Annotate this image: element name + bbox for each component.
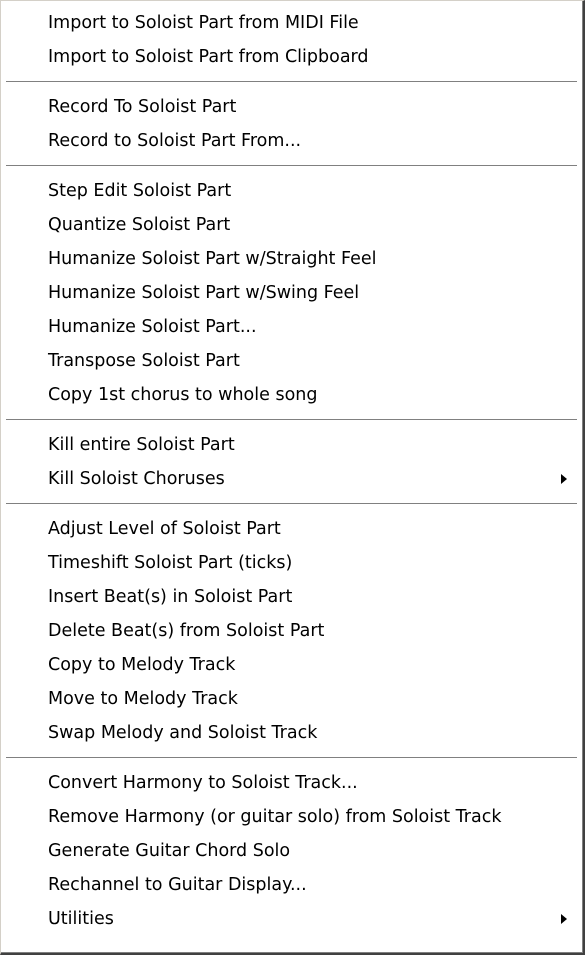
menu-item-label: Move to Melody Track (48, 689, 238, 709)
menu-item-insert-beats[interactable]: Insert Beat(s) in Soloist Part (1, 580, 583, 614)
menu-separator (1, 412, 583, 428)
menu-item-record-to-soloist[interactable]: Record To Soloist Part (1, 90, 583, 124)
menu-item-label: Import to Soloist Part from Clipboard (48, 47, 369, 67)
menu-item-adjust-level[interactable]: Adjust Level of Soloist Part (1, 512, 583, 546)
menu-item-step-edit[interactable]: Step Edit Soloist Part (1, 174, 583, 208)
menu-item-import-clipboard[interactable]: Import to Soloist Part from Clipboard (1, 40, 583, 74)
menu-item-label: Copy to Melody Track (48, 655, 236, 675)
menu-item-label: Humanize Soloist Part... (48, 317, 257, 337)
menu-item-humanize-swing[interactable]: Humanize Soloist Part w/Swing Feel (1, 276, 583, 310)
submenu-arrow-icon (561, 914, 567, 924)
menu-item-import-midi-file[interactable]: Import to Soloist Part from MIDI File (1, 6, 583, 40)
menu-item-label: Record to Soloist Part From... (48, 131, 302, 151)
menu-item-kill-entire[interactable]: Kill entire Soloist Part (1, 428, 583, 462)
menu-item-label: Kill Soloist Choruses (48, 469, 225, 489)
menu-item-label: Kill entire Soloist Part (48, 435, 235, 455)
menu-item-label: Step Edit Soloist Part (48, 181, 232, 201)
menu-item-convert-harmony[interactable]: Convert Harmony to Soloist Track... (1, 766, 583, 800)
menu-item-kill-choruses[interactable]: Kill Soloist Choruses (1, 462, 583, 496)
menu-item-swap-melody-soloist[interactable]: Swap Melody and Soloist Track (1, 716, 583, 750)
menu-separator (1, 496, 583, 512)
menu-separator (1, 74, 583, 90)
context-menu: Import to Soloist Part from MIDI File Im… (0, 0, 585, 955)
menu-separator (1, 750, 583, 766)
menu-item-label: Import to Soloist Part from MIDI File (48, 13, 359, 33)
menu-item-label: Delete Beat(s) from Soloist Part (48, 621, 325, 641)
menu-item-record-to-soloist-from[interactable]: Record to Soloist Part From... (1, 124, 583, 158)
menu-item-transpose[interactable]: Transpose Soloist Part (1, 344, 583, 378)
menu-item-label: Convert Harmony to Soloist Track... (48, 773, 358, 793)
menu-item-label: Copy 1st chorus to whole song (48, 385, 318, 405)
menu-item-label: Adjust Level of Soloist Part (48, 519, 281, 539)
menu-item-humanize-dialog[interactable]: Humanize Soloist Part... (1, 310, 583, 344)
menu-item-label: Rechannel to Guitar Display... (48, 875, 307, 895)
menu-item-copy-first-chorus[interactable]: Copy 1st chorus to whole song (1, 378, 583, 412)
menu-item-label: Quantize Soloist Part (48, 215, 231, 235)
menu-item-label: Humanize Soloist Part w/Swing Feel (48, 283, 360, 303)
menu-item-label: Remove Harmony (or guitar solo) from Sol… (48, 807, 502, 827)
menu-item-move-to-melody[interactable]: Move to Melody Track (1, 682, 583, 716)
menu-item-utilities[interactable]: Utilities (1, 902, 583, 936)
menu-item-humanize-straight[interactable]: Humanize Soloist Part w/Straight Feel (1, 242, 583, 276)
menu-item-label: Swap Melody and Soloist Track (48, 723, 318, 743)
menu-item-copy-to-melody[interactable]: Copy to Melody Track (1, 648, 583, 682)
menu-item-timeshift[interactable]: Timeshift Soloist Part (ticks) (1, 546, 583, 580)
menu-item-label: Record To Soloist Part (48, 97, 237, 117)
menu-item-generate-guitar-chord-solo[interactable]: Generate Guitar Chord Solo (1, 834, 583, 868)
menu-item-label: Transpose Soloist Part (48, 351, 240, 371)
menu-item-label: Timeshift Soloist Part (ticks) (48, 553, 293, 573)
menu-separator (1, 158, 583, 174)
menu-item-label: Insert Beat(s) in Soloist Part (48, 587, 293, 607)
menu-item-label: Generate Guitar Chord Solo (48, 841, 291, 861)
menu-item-label: Utilities (48, 909, 114, 929)
menu-item-quantize[interactable]: Quantize Soloist Part (1, 208, 583, 242)
menu-item-remove-harmony[interactable]: Remove Harmony (or guitar solo) from Sol… (1, 800, 583, 834)
menu-item-rechannel-guitar[interactable]: Rechannel to Guitar Display... (1, 868, 583, 902)
menu-item-label: Humanize Soloist Part w/Straight Feel (48, 249, 377, 269)
submenu-arrow-icon (561, 474, 567, 484)
menu-item-delete-beats[interactable]: Delete Beat(s) from Soloist Part (1, 614, 583, 648)
